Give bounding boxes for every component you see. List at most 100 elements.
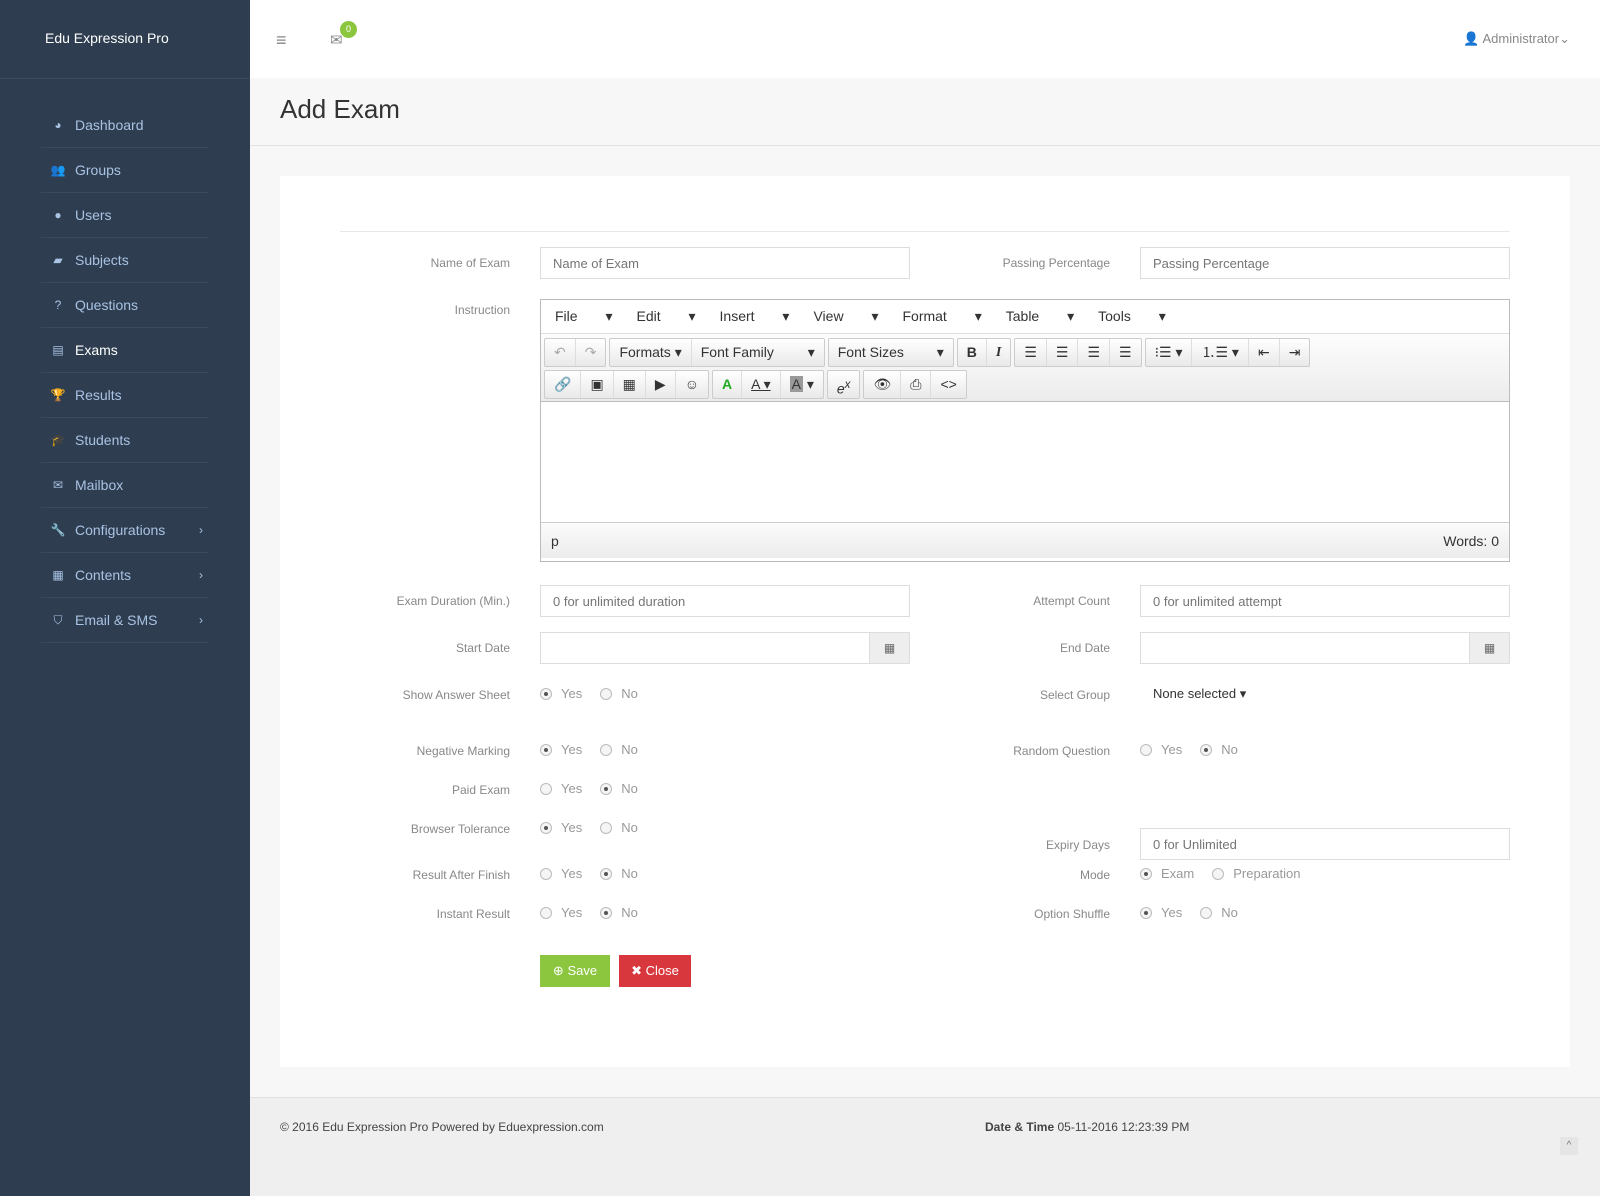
sidebar-item-users[interactable]: ● Users: [41, 193, 209, 238]
radio-label: No: [621, 905, 638, 920]
save-button[interactable]: ⊕ Save: [540, 955, 610, 987]
font-sizes-dropdown[interactable]: Font Sizes ▾: [829, 339, 953, 366]
exam-duration-input[interactable]: [540, 585, 910, 617]
name-of-exam-input[interactable]: [540, 247, 910, 279]
menu-label: Insert: [719, 308, 755, 324]
footer: © 2016 Edu Expression Pro Powered by Edu…: [250, 1097, 1600, 1196]
newspaper-icon: ▦: [52, 568, 64, 582]
menu-view[interactable]: View ▾: [813, 308, 878, 325]
list-icon: ▤: [52, 343, 64, 357]
sidebar-item-results[interactable]: 🏆 Results: [41, 373, 209, 418]
start-date-input[interactable]: [540, 632, 870, 664]
sidebar-item-exams[interactable]: ▤ Exams: [41, 328, 209, 373]
result-after-finish-radio-yes[interactable]: [540, 867, 552, 880]
sidebar-item-label: Results: [75, 387, 122, 403]
end-date-input[interactable]: [1140, 632, 1470, 664]
sidebar-item-dashboard[interactable]: ◕ Dashboard: [41, 103, 209, 148]
page-title: Add Exam: [280, 94, 400, 124]
user-menu[interactable]: 👤 Administrator⌄: [1463, 31, 1570, 47]
radio-label: Yes: [1161, 742, 1183, 757]
sidebar-item-groups[interactable]: 👥 Groups: [41, 148, 209, 193]
show-answer-sheet-radio-group: Yes No: [540, 686, 656, 701]
image-icon[interactable]: ▣: [581, 370, 614, 398]
mode-radio-preparation[interactable]: [1212, 867, 1225, 880]
sidebar: Edu Expression Pro ◕ Dashboard 👥 Groups ● Use…: [0, 0, 250, 1196]
sidebar-item-email-sms[interactable]: ⛉ Email & SMS ›: [41, 598, 209, 643]
instant-result-radio-yes[interactable]: [540, 906, 552, 919]
menu-label: File: [555, 308, 578, 324]
undo-icon[interactable]: ↶: [545, 338, 576, 366]
select-group-dropdown[interactable]: None selected ▾: [1153, 686, 1246, 702]
editor-statusbar: p Words: 0: [541, 522, 1509, 558]
browser-tolerance-radio-yes[interactable]: [540, 821, 552, 834]
menu-table[interactable]: Table ▾: [1006, 308, 1074, 325]
menu-tools[interactable]: Tools ▾: [1098, 308, 1166, 325]
sidebar-item-mailbox[interactable]: ✉ Mailbox: [41, 463, 209, 508]
browser-tolerance-radio-no[interactable]: [600, 821, 613, 834]
show-answer-sheet-radio-yes[interactable]: [540, 687, 552, 700]
editor-content[interactable]: [541, 402, 1509, 522]
brand-logo[interactable]: Edu Expression Pro: [0, 0, 250, 79]
scroll-top-button[interactable]: ^: [1560, 1137, 1578, 1155]
wrench-icon: 🔧: [50, 523, 66, 537]
menu-toggle-icon[interactable]: ≡: [276, 30, 287, 51]
negative-marking-radio-yes[interactable]: [540, 743, 552, 756]
youtube-icon[interactable]: ▶: [646, 370, 676, 398]
sidebar-item-students[interactable]: 🎓 Students: [41, 418, 209, 463]
expiry-days-input[interactable]: [1140, 828, 1510, 860]
preview-icon[interactable]: 👁: [864, 370, 902, 398]
font-family-label: Font Family: [700, 343, 774, 360]
paid-exam-radio-yes[interactable]: [540, 782, 552, 795]
result-after-finish-radio-no[interactable]: [600, 867, 613, 880]
negative-marking-radio-no[interactable]: [600, 743, 613, 756]
passing-percentage-input[interactable]: [1140, 247, 1510, 279]
code-icon[interactable]: <>: [931, 371, 965, 398]
mode-radio-exam[interactable]: [1140, 867, 1152, 880]
instant-result-radio-no[interactable]: [600, 906, 613, 919]
sidebar-item-contents[interactable]: ▦ Contents ›: [41, 553, 209, 598]
link-icon[interactable]: 🔗: [545, 370, 582, 398]
outdent-icon[interactable]: ⇤: [1249, 338, 1280, 366]
option-shuffle-radio-yes[interactable]: [1140, 906, 1152, 919]
calendar-icon[interactable]: ▦: [1469, 632, 1510, 664]
menu-label: View: [813, 308, 844, 324]
align-right-icon[interactable]: ☰: [1078, 338, 1110, 366]
menu-format[interactable]: Format ▾: [902, 308, 981, 325]
option-shuffle-radio-no[interactable]: [1200, 906, 1213, 919]
formats-dropdown[interactable]: Formats ▾: [610, 338, 692, 366]
font-sizes-label: Font Sizes: [837, 343, 904, 360]
align-left-icon[interactable]: ☰: [1015, 338, 1047, 366]
attempt-count-input[interactable]: [1140, 585, 1510, 617]
menu-insert[interactable]: Insert ▾: [720, 308, 790, 325]
sidebar-item-configurations[interactable]: 🔧 Configurations ›: [41, 508, 209, 553]
random-question-radio-yes[interactable]: [1140, 743, 1152, 756]
redo-icon[interactable]: ↷: [576, 339, 606, 366]
paid-exam-radio-no[interactable]: [600, 782, 613, 795]
instant-result-label: Instant Result: [436, 907, 510, 921]
media-icon[interactable]: ▦: [614, 370, 646, 398]
menu-edit[interactable]: Edit ▾: [636, 308, 695, 325]
print-icon[interactable]: ⎙: [901, 370, 932, 398]
show-answer-sheet-radio-no[interactable]: [600, 687, 613, 700]
align-center-icon[interactable]: ☰: [1047, 338, 1079, 366]
emoticon-icon[interactable]: ☺: [676, 371, 708, 398]
radio-label: Yes: [561, 820, 583, 835]
formula-icon[interactable]: ex: [828, 371, 860, 398]
random-question-radio-no[interactable]: [1200, 743, 1213, 756]
color-picker-icon[interactable]: A: [713, 370, 743, 398]
menu-file[interactable]: File ▾: [555, 308, 612, 325]
text-color-icon[interactable]: A ▾: [742, 370, 781, 398]
indent-icon[interactable]: ⇥: [1280, 339, 1310, 366]
align-justify-icon[interactable]: ☰: [1110, 339, 1141, 366]
italic-icon[interactable]: I: [987, 339, 1010, 366]
bullet-list-icon[interactable]: ⁝☰ ▾: [1146, 338, 1193, 366]
bold-icon[interactable]: B: [958, 338, 987, 366]
font-family-dropdown[interactable]: Font Family ▾: [692, 339, 824, 366]
close-button[interactable]: ✖ Close: [619, 955, 691, 987]
background-color-icon[interactable]: A ▾: [781, 371, 823, 398]
sidebar-item-questions[interactable]: ? Questions: [41, 283, 209, 328]
paid-exam-label: Paid Exam: [451, 783, 510, 797]
sidebar-item-label: Contents: [75, 567, 132, 583]
sidebar-item-subjects[interactable]: ▰ Subjects: [41, 238, 209, 283]
numbered-list-icon[interactable]: ⒈☰ ▾: [1192, 338, 1249, 366]
